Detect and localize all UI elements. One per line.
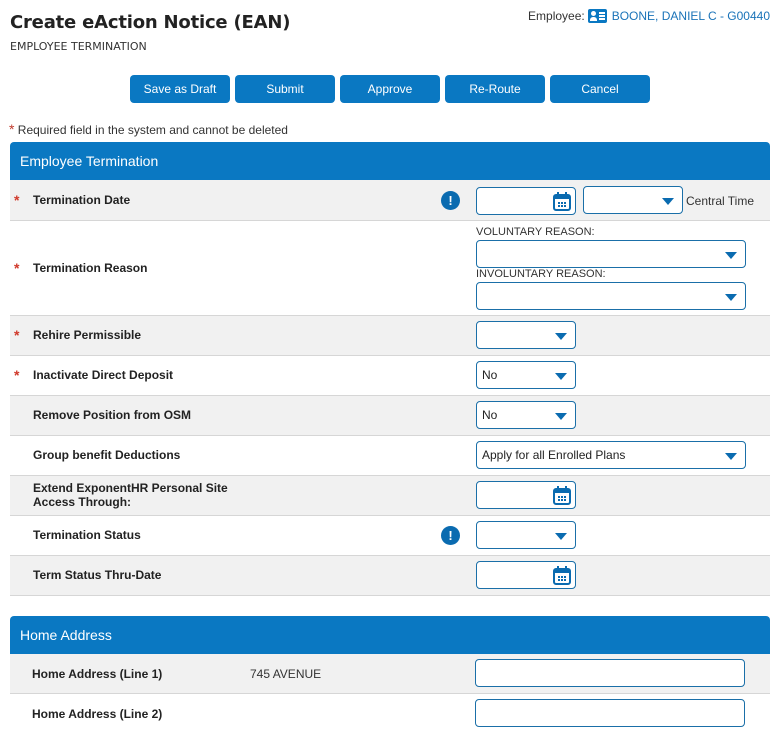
submit-button[interactable]: Submit xyxy=(235,75,335,103)
reroute-button[interactable]: Re-Route xyxy=(445,75,545,103)
cancel-button[interactable]: Cancel xyxy=(550,75,650,103)
required-note-text: Required field in the system and cannot … xyxy=(17,123,288,137)
required-star-icon: * xyxy=(14,260,20,276)
alert-icon[interactable]: ! xyxy=(441,526,460,545)
term-status-thru-date-input[interactable] xyxy=(476,561,576,589)
field-label: Extend ExponentHR Personal Site Access T… xyxy=(33,481,228,509)
field-label: Home Address (Line 2) xyxy=(32,707,163,721)
employee-termination-section: Employee Termination * Termination Date … xyxy=(10,142,770,596)
row-home-address-line1: Home Address (Line 1) 745 AVENUE xyxy=(10,654,770,694)
field-label: Term Status Thru-Date xyxy=(33,568,162,582)
timezone-label: Central Time xyxy=(686,194,755,208)
termination-status-select[interactable] xyxy=(476,521,576,549)
rehire-permissible-select[interactable] xyxy=(476,321,576,349)
calendar-icon[interactable] xyxy=(553,486,571,505)
employee-name-link[interactable]: BOONE, DANIEL C - G00440 xyxy=(612,9,770,23)
chevron-down-icon xyxy=(662,198,674,205)
field-label: Termination Status xyxy=(33,528,141,542)
voluntary-reason-label: VOLUNTARY REASON: xyxy=(476,226,595,238)
remove-position-osm-select[interactable]: No xyxy=(476,401,576,429)
home-address-section: Home Address Home Address (Line 1) 745 A… xyxy=(10,616,770,731)
chevron-down-icon xyxy=(555,333,567,340)
required-star-icon: * xyxy=(14,327,20,343)
row-rehire-permissible: * Rehire Permissible xyxy=(10,316,770,356)
required-star-icon: * xyxy=(14,192,20,208)
chevron-down-icon xyxy=(555,413,567,420)
id-card-icon[interactable] xyxy=(587,9,607,23)
approve-button[interactable]: Approve xyxy=(340,75,440,103)
group-benefit-deductions-select[interactable]: Apply for all Enrolled Plans xyxy=(476,441,746,469)
field-label: Home Address (Line 1) xyxy=(32,667,163,681)
alert-icon[interactable]: ! xyxy=(441,191,460,210)
field-label: Remove Position from OSM xyxy=(33,408,192,422)
row-extend-access: Extend ExponentHR Personal Site Access T… xyxy=(10,476,770,516)
calendar-icon[interactable] xyxy=(553,566,571,585)
row-term-status-thru-date: Term Status Thru-Date xyxy=(10,556,770,596)
chevron-down-icon xyxy=(725,294,737,301)
row-inactivate-direct-deposit: * Inactivate Direct Deposit No xyxy=(10,356,770,396)
row-termination-date: * Termination Date ! Central Time xyxy=(10,180,770,221)
save-as-draft-button[interactable]: Save as Draft xyxy=(130,75,230,103)
involuntary-reason-label: INVOLUNTARY REASON: xyxy=(476,268,606,280)
required-star-icon: * xyxy=(9,121,15,137)
row-termination-status: Termination Status ! xyxy=(10,516,770,556)
required-note: * Required field in the system and canno… xyxy=(9,121,288,137)
involuntary-reason-select[interactable] xyxy=(476,282,746,310)
field-label: Rehire Permissible xyxy=(33,328,142,342)
field-label: Termination Reason xyxy=(33,261,148,275)
inactivate-direct-deposit-select[interactable]: No xyxy=(476,361,576,389)
home-address-line1-input[interactable] xyxy=(475,659,745,687)
row-home-address-line2: Home Address (Line 2) xyxy=(10,694,770,731)
chevron-down-icon xyxy=(555,373,567,380)
row-termination-reason: * Termination Reason VOLUNTARY REASON: I… xyxy=(10,221,770,316)
page-title: Create eAction Notice (EAN) xyxy=(10,12,291,33)
action-toolbar: Save as Draft Submit Approve Re-Route Ca… xyxy=(130,75,650,103)
home-address-line2-input[interactable] xyxy=(475,699,745,727)
employee-info: Employee: BOONE, DANIEL C - G00440 xyxy=(528,9,770,23)
chevron-down-icon xyxy=(555,533,567,540)
section-header: Home Address xyxy=(10,616,770,654)
chevron-down-icon xyxy=(725,453,737,460)
row-group-benefit-deductions: Group benefit Deductions Apply for all E… xyxy=(10,436,770,476)
voluntary-reason-select[interactable] xyxy=(476,240,746,268)
row-remove-position-osm: Remove Position from OSM No xyxy=(10,396,770,436)
chevron-down-icon xyxy=(725,252,737,259)
termination-time-select[interactable] xyxy=(583,186,683,214)
calendar-icon[interactable] xyxy=(553,192,571,211)
section-header: Employee Termination xyxy=(10,142,770,180)
page-subtitle: EMPLOYEE TERMINATION xyxy=(10,40,147,53)
extend-access-date-input[interactable] xyxy=(476,481,576,509)
employee-label: Employee: xyxy=(528,9,585,23)
field-label: Termination Date xyxy=(33,193,131,207)
field-label: Group benefit Deductions xyxy=(33,448,181,462)
current-value: 745 AVENUE xyxy=(250,667,322,681)
required-star-icon: * xyxy=(14,367,20,383)
field-label: Inactivate Direct Deposit xyxy=(33,368,174,382)
termination-date-input[interactable] xyxy=(476,187,576,215)
